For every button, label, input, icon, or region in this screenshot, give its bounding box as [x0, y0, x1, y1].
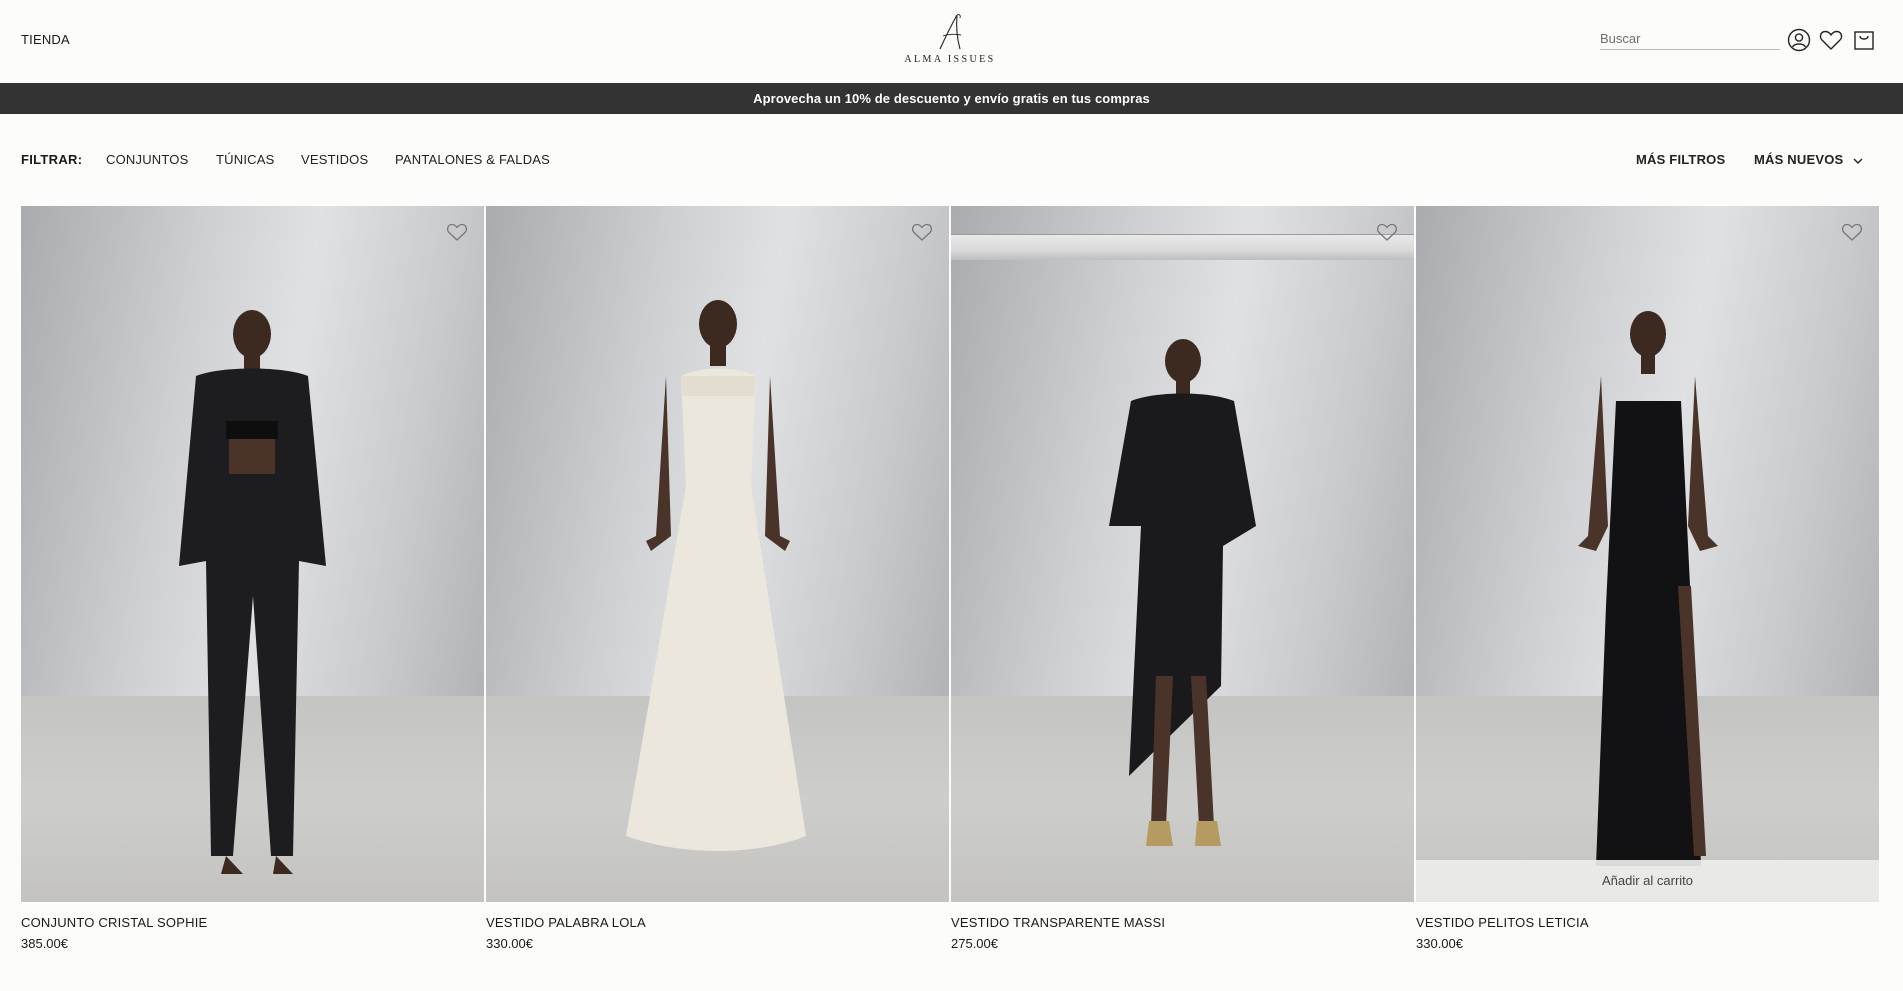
product-image[interactable] [486, 206, 949, 902]
search-box[interactable] [1600, 28, 1780, 50]
model-figure [179, 310, 326, 874]
promo-banner: Aprovecha un 10% de descuento y envío gr… [0, 83, 1903, 114]
product-name[interactable]: VESTIDO PELITOS LETICIA [1416, 915, 1589, 930]
model-figure [1578, 311, 1718, 866]
add-to-cart-button[interactable]: Añadir al carrito [1416, 860, 1879, 902]
wishlist-heart-icon[interactable] [1818, 27, 1844, 53]
logo-text: ALMA ISSUES [904, 54, 996, 65]
product-card[interactable]: CONJUNTO CRISTAL SOPHIE 385.00€ [21, 206, 484, 986]
product-price: 275.00€ [951, 936, 998, 951]
sort-label: MÁS NUEVOS [1754, 152, 1844, 167]
product-name[interactable]: CONJUNTO CRISTAL SOPHIE [21, 915, 207, 930]
wishlist-heart-icon[interactable] [446, 222, 468, 242]
cart-bag-icon[interactable] [1851, 27, 1877, 53]
filter-bar: FILTRAR: CONJUNTOS TÚNICAS VESTIDOS PANT… [0, 114, 1903, 206]
more-filters-button[interactable]: MÁS FILTROS [1636, 152, 1725, 167]
filter-pantalones-faldas[interactable]: PANTALONES & FALDAS [395, 152, 550, 167]
account-icon[interactable] [1786, 27, 1812, 53]
search-input[interactable] [1600, 28, 1780, 48]
wishlist-heart-icon[interactable] [1376, 222, 1398, 242]
model-figure [626, 300, 806, 851]
product-image[interactable] [951, 206, 1414, 902]
product-card[interactable]: VESTIDO PALABRA LOLA 330.00€ [486, 206, 949, 986]
wishlist-heart-icon[interactable] [1841, 222, 1863, 242]
filter-vestidos[interactable]: VESTIDOS [301, 152, 368, 167]
wishlist-heart-icon[interactable] [911, 222, 933, 242]
product-price: 385.00€ [21, 936, 68, 951]
filter-label: FILTRAR: [21, 152, 83, 167]
product-price: 330.00€ [486, 936, 533, 951]
logo-monogram-icon [939, 14, 962, 50]
product-name[interactable]: VESTIDO PALABRA LOLA [486, 915, 646, 930]
nav-shop-link[interactable]: TIENDA [21, 32, 70, 47]
product-card[interactable]: Añadir al carrito VESTIDO PELITOS LETICI… [1416, 206, 1879, 986]
product-price: 330.00€ [1416, 936, 1463, 951]
product-image[interactable] [21, 206, 484, 902]
site-header: TIENDA ALMA ISSUES [0, 0, 1903, 83]
model-figure [1109, 339, 1256, 846]
product-image[interactable]: Añadir al carrito [1416, 206, 1879, 902]
product-name[interactable]: VESTIDO TRANSPARENTE MASSI [951, 915, 1165, 930]
product-grid: CONJUNTO CRISTAL SOPHIE 385.00€ VESTIDO … [21, 206, 1879, 986]
brand-logo[interactable]: ALMA ISSUES [900, 12, 1000, 68]
filter-tunicas[interactable]: TÚNICAS [216, 152, 274, 167]
chevron-down-icon [1853, 158, 1863, 164]
sort-dropdown[interactable]: MÁS NUEVOS [1754, 152, 1863, 167]
product-card[interactable]: VESTIDO TRANSPARENTE MASSI 275.00€ [951, 206, 1414, 986]
filter-conjuntos[interactable]: CONJUNTOS [106, 152, 188, 167]
